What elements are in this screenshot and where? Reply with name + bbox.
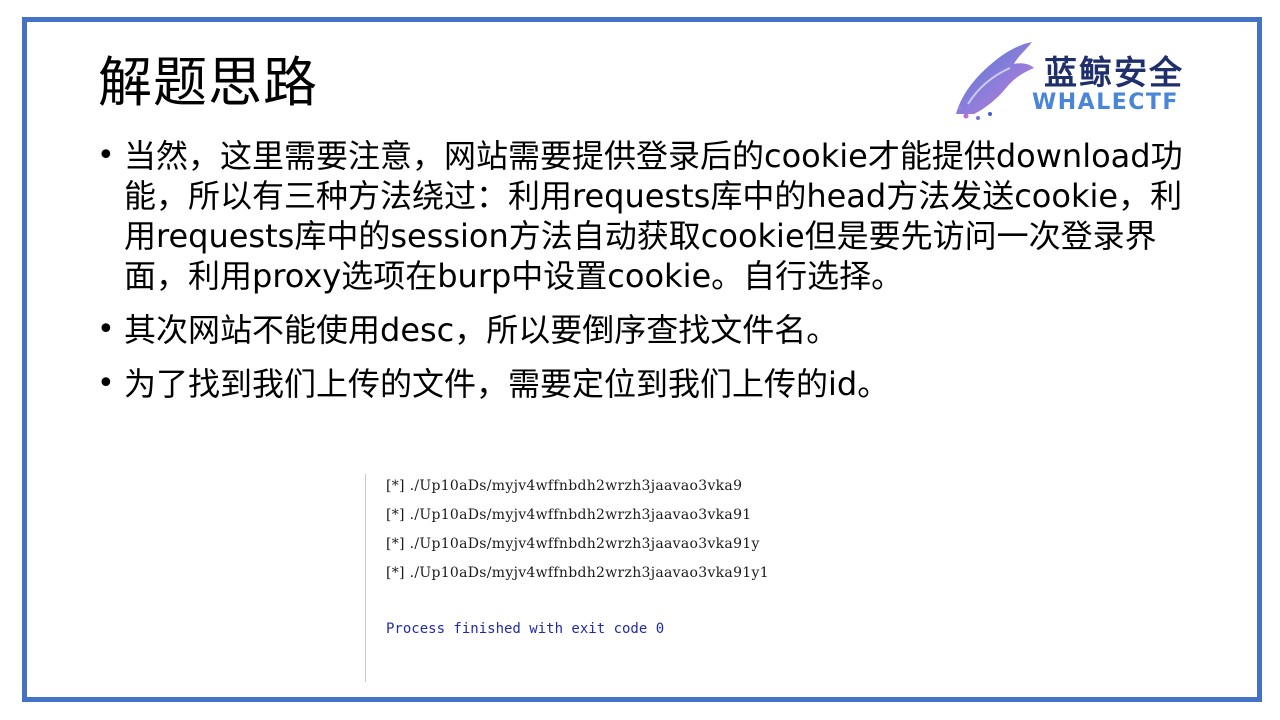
bullet-reverse-order: 其次网站不能使用desc，所以要倒序查找文件名。: [95, 310, 1205, 350]
console-line: [*] ./Up10aDs/myjv4wffnbdh2wrzh3jaavao3v…: [386, 565, 769, 581]
logo-chinese-text: 蓝鲸安全: [1044, 53, 1184, 92]
console-line: [*] ./Up10aDs/myjv4wffnbdh2wrzh3jaavao3v…: [386, 536, 760, 552]
whalectf-logo: 蓝鲸安全 WHALECTF: [948, 38, 1238, 120]
bullet-list: 当然，这里需要注意，网站需要提供登录后的cookie才能提供download功能…: [95, 136, 1205, 418]
console-output-screenshot: [*] ./Up10aDs/myjv4wffnbdh2wrzh3jaavao3v…: [365, 474, 886, 682]
logo-english-text: WHALECTF: [1032, 90, 1179, 115]
bullet-cookie-methods: 当然，这里需要注意，网站需要提供登录后的cookie才能提供download功能…: [95, 136, 1205, 296]
console-line: [*] ./Up10aDs/myjv4wffnbdh2wrzh3jaavao3v…: [386, 478, 743, 494]
process-finished-message: Process finished with exit code 0: [386, 621, 665, 637]
whale-icon: [956, 42, 1034, 120]
bullet-locate-id: 为了找到我们上传的文件，需要定位到我们上传的id。: [95, 364, 1205, 404]
console-line: [*] ./Up10aDs/myjv4wffnbdh2wrzh3jaavao3v…: [386, 507, 752, 523]
slide-title: 解题思路: [98, 51, 318, 114]
